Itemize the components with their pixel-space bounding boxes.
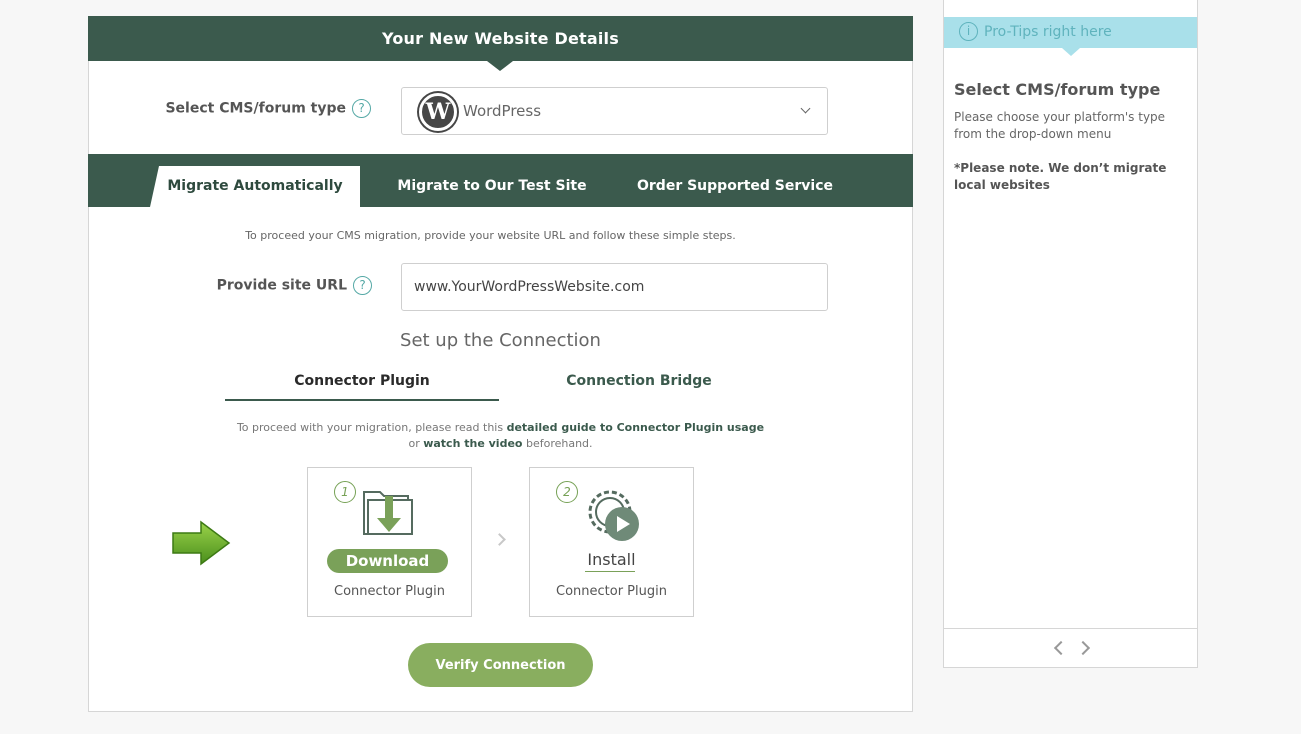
help-icon[interactable]: ? — [352, 99, 371, 118]
download-button[interactable]: Download — [327, 549, 448, 573]
chevron-right-icon[interactable] — [1075, 640, 1091, 656]
website-details-panel: Your New Website Details Select CMS/foru… — [88, 16, 913, 712]
step-download-card[interactable]: 1 Download Connector Plugin — [307, 467, 472, 617]
install-link[interactable]: Install — [530, 550, 693, 569]
info-icon: i — [959, 21, 978, 41]
cms-selected-value: WordPress — [463, 102, 542, 120]
tab-migrate-test-site[interactable]: Migrate to Our Test Site — [386, 166, 598, 207]
tab-migrate-automatically[interactable]: Migrate Automatically — [150, 166, 360, 207]
folder-download-icon — [363, 491, 413, 535]
tip-body: Please choose your platform's type from … — [954, 110, 1166, 141]
chevron-down-icon[interactable] — [800, 103, 811, 114]
verify-connection-button[interactable]: Verify Connection — [408, 643, 593, 687]
help-icon[interactable]: ? — [353, 276, 372, 295]
panel-header: Your New Website Details — [88, 16, 913, 71]
step-install-card[interactable]: 2 Install Connector Plugin — [529, 467, 694, 617]
step-caption: Connector Plugin — [556, 584, 667, 599]
step-number: 1 — [334, 481, 356, 503]
guide-link[interactable]: detailed guide to Connector Plugin usage — [507, 421, 764, 434]
guide-mid: or — [408, 437, 424, 450]
step-caption: Connector Plugin — [334, 584, 445, 599]
guide-suffix: beforehand. — [522, 437, 593, 450]
page-title: Your New Website Details — [382, 29, 619, 48]
tip-note: *Please note. We don’t migrate local web… — [954, 161, 1167, 192]
tab-order-service[interactable]: Order Supported Service — [628, 166, 842, 207]
setup-connection-title: Set up the Connection — [400, 330, 601, 351]
cms-label: Select CMS/forum type? — [149, 99, 371, 118]
url-label: Provide site URL? — [149, 276, 372, 295]
wordpress-logo-icon: W — [419, 93, 457, 131]
pro-tips-notch — [1062, 48, 1080, 56]
url-row: Provide site URL? — [89, 263, 912, 311]
site-url-input[interactable] — [401, 263, 828, 311]
video-link[interactable]: watch the video — [423, 437, 522, 450]
tab-connection-bridge[interactable]: Connection Bridge — [499, 371, 779, 401]
pro-tips-label: Pro-Tips right here — [984, 24, 1112, 40]
pro-tips-panel: i Pro-Tips right here Select CMS/forum ty… — [943, 0, 1198, 668]
cms-select[interactable]: W WordPress — [401, 87, 828, 135]
cms-label-text: Select CMS/forum type — [165, 100, 346, 117]
step-number: 2 — [556, 481, 578, 503]
migration-tabs: Migrate Automatically Migrate to Our Tes… — [88, 154, 913, 207]
install-underline — [585, 571, 635, 572]
chevron-right-icon — [493, 533, 506, 546]
arrow-right-icon — [172, 520, 231, 566]
guide-prefix: To proceed with your migration, please r… — [236, 421, 507, 434]
tips-pagination — [944, 628, 1197, 667]
guide-text: To proceed with your migration, please r… — [89, 420, 912, 452]
intro-text: To proceed your CMS migration, provide y… — [245, 229, 736, 242]
chevron-left-icon[interactable] — [1053, 640, 1069, 656]
pro-tips-header: i Pro-Tips right here — [944, 17, 1197, 56]
header-notch — [487, 61, 513, 71]
url-label-text: Provide site URL — [216, 277, 347, 294]
gear-play-icon — [588, 490, 639, 541]
tab-connector-plugin[interactable]: Connector Plugin — [225, 371, 499, 401]
cms-row: Select CMS/forum type? W WordPress — [89, 87, 912, 135]
tip-title: Select CMS/forum type — [954, 80, 1161, 99]
